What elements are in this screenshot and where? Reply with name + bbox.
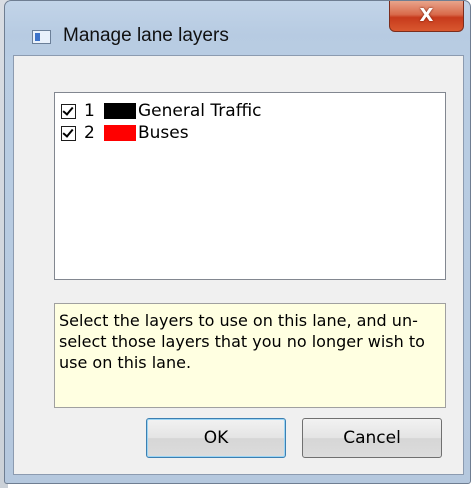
layer-2-checkbox[interactable] [61, 125, 76, 141]
cancel-button[interactable]: Cancel [302, 418, 442, 458]
layers-list[interactable]: 1 General Traffic 2 Buses [54, 92, 446, 280]
dialog-body: 1 General Traffic 2 Buses Select the lay… [13, 55, 464, 475]
manage-lane-layers-dialog: Manage lane layers X 1 General Traffic 2… [4, 0, 471, 484]
layer-1-name: General Traffic [138, 101, 262, 121]
window-title: Manage lane layers [63, 25, 229, 46]
layer-item-1[interactable]: 1 General Traffic [61, 101, 261, 121]
window-icon [32, 30, 51, 44]
layer-1-checkbox[interactable] [61, 103, 76, 119]
layer-2-color-swatch [104, 125, 136, 141]
help-text: Select the layers to use on this lane, a… [54, 303, 446, 408]
close-button[interactable]: X [389, 1, 464, 32]
ok-button[interactable]: OK [146, 418, 286, 458]
title-bar[interactable]: Manage lane layers X [5, 1, 470, 55]
layer-1-color-swatch [104, 103, 136, 119]
layer-item-2[interactable]: 2 Buses [61, 123, 189, 143]
layer-1-number: 1 [84, 101, 95, 121]
layer-2-name: Buses [138, 123, 189, 143]
layer-2-number: 2 [84, 123, 95, 143]
